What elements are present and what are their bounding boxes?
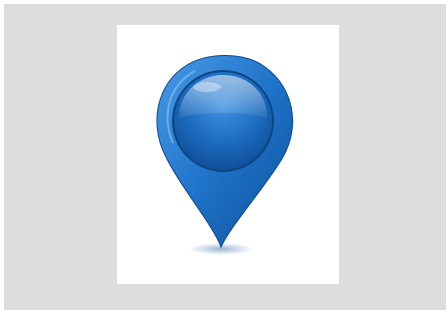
map-pin-icon — [156, 55, 294, 255]
pin-specular-highlight — [193, 82, 221, 92]
white-card — [117, 25, 339, 284]
image-frame — [0, 0, 448, 314]
